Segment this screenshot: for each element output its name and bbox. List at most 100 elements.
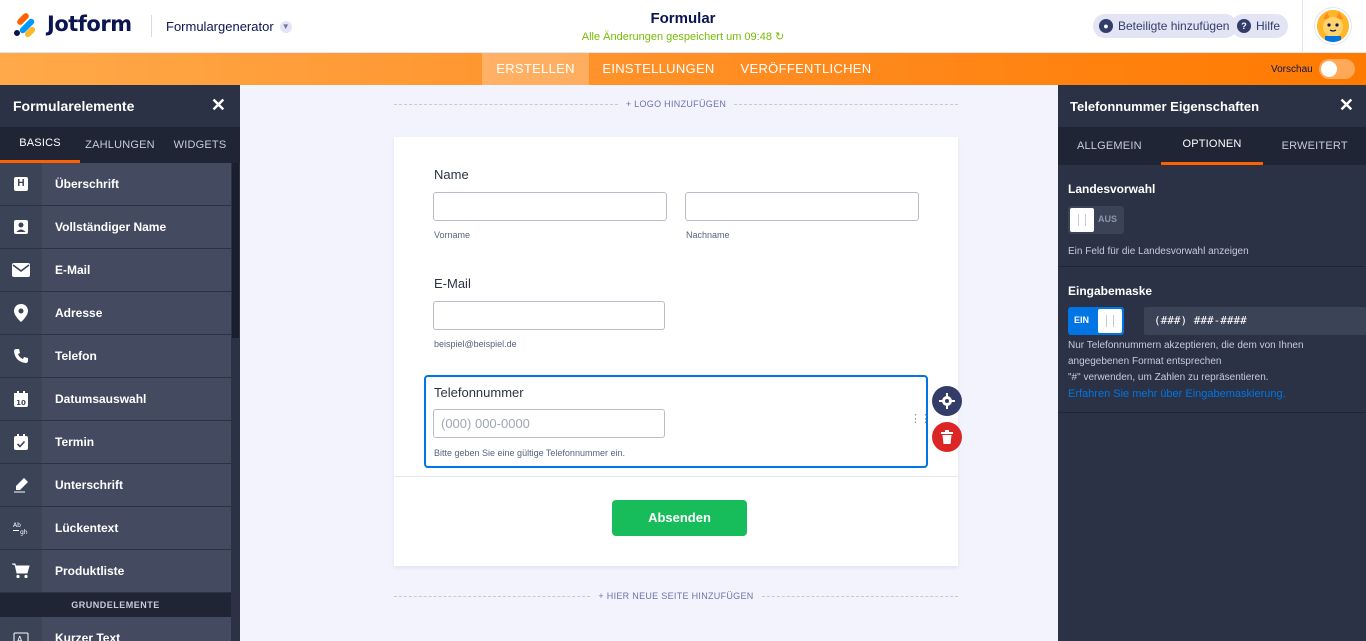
properties-title: Telefonnummer Eigenschaften <box>1070 99 1260 114</box>
signature-icon <box>0 464 42 506</box>
toggle-knob <box>1070 208 1094 232</box>
input-mask-row: EIN (###) ###-#### <box>1068 307 1366 335</box>
country-code-toggle-label: AUS <box>1098 214 1118 224</box>
submit-button[interactable]: Absenden <box>612 500 747 536</box>
tab-basics[interactable]: BASICS <box>0 127 80 163</box>
element-label: Adresse <box>42 292 231 334</box>
element-product-list[interactable]: Produktliste <box>0 550 231 593</box>
tab-build[interactable]: ERSTELLEN <box>482 53 589 85</box>
tab-widgets[interactable]: WIDGETS <box>160 127 240 163</box>
element-label: Lückentext <box>42 507 231 549</box>
element-list: H Überschrift Vollständiger Name E-Mail … <box>0 163 231 641</box>
last-name-sublabel: Nachname <box>686 230 730 240</box>
question-icon: ? <box>1237 19 1251 33</box>
field-settings-button[interactable] <box>932 386 962 416</box>
help-label: Hilfe <box>1256 19 1281 33</box>
tab-advanced[interactable]: ERWEITERT <box>1263 127 1366 165</box>
country-code-toggle[interactable]: AUS <box>1068 206 1124 234</box>
element-tabs: BASICS ZAHLUNGEN WIDGETS <box>0 127 240 163</box>
envelope-icon <box>0 249 42 291</box>
gear-icon <box>939 393 955 409</box>
map-pin-icon <box>0 292 42 334</box>
element-label: E-Mail <box>42 249 231 291</box>
element-heading[interactable]: H Überschrift <box>0 163 231 206</box>
element-label: Überschrift <box>42 163 231 205</box>
phone-icon <box>0 335 42 377</box>
tab-payments[interactable]: ZAHLUNGEN <box>80 127 160 163</box>
avatar-face-icon <box>1317 10 1349 42</box>
svg-text:10: 10 <box>16 399 26 407</box>
input-mask-desc: Nur Telefonnummern akzeptieren, die dem … <box>1068 340 1304 367</box>
tab-settings[interactable]: EINSTELLUNGEN <box>592 53 725 85</box>
country-code-desc: Ein Feld für die Landesvorwahl anzeigen <box>1068 246 1249 257</box>
email-sublabel: beispiel@beispiel.de <box>434 339 517 349</box>
add-page-row[interactable]: + HIER NEUE SEITE HINZUFÜGEN <box>394 589 959 603</box>
element-appointment[interactable]: Termin <box>0 421 231 464</box>
element-full-name[interactable]: Vollständiger Name <box>0 206 231 249</box>
preview-label: Vorschau <box>1271 64 1313 75</box>
tab-general[interactable]: ALLGEMEIN <box>1058 127 1161 165</box>
tab-options[interactable]: OPTIONEN <box>1160 127 1264 165</box>
delete-field-button[interactable] <box>932 422 962 452</box>
last-name-input[interactable] <box>685 192 919 221</box>
input-mask-learn-more-link[interactable]: Erfahren Sie mehr über Eingabemaskierung… <box>1068 388 1356 400</box>
close-icon[interactable]: ✕ <box>1339 95 1354 116</box>
element-label: Unterschrift <box>42 464 231 506</box>
phone-label: Telefonnummer <box>434 385 524 400</box>
element-email[interactable]: E-Mail <box>0 249 231 292</box>
avatar[interactable] <box>1315 8 1351 44</box>
input-mask-toggle-label: EIN <box>1074 315 1090 325</box>
element-label: Produktliste <box>42 550 231 592</box>
first-name-input[interactable] <box>433 192 667 221</box>
element-date-picker[interactable]: 10 Datumsauswahl <box>0 378 231 421</box>
phone-input[interactable]: (000) 000-0000 <box>433 409 665 438</box>
invite-collaborators-button[interactable]: ● Beteiligte hinzufügen <box>1093 14 1238 38</box>
refresh-icon: ↻ <box>775 31 785 43</box>
element-short-text[interactable]: A Kurzer Text <box>0 617 231 641</box>
divider <box>394 476 958 477</box>
short-text-icon: A <box>0 617 42 641</box>
element-signature[interactable]: Unterschrift <box>0 464 231 507</box>
top-header: Jotform Formulargenerator ▼ Formular All… <box>0 0 1366 53</box>
calendar-icon: 10 <box>0 378 42 420</box>
toggle-knob <box>1321 61 1337 77</box>
element-label: Telefon <box>42 335 231 377</box>
help-button[interactable]: ? Hilfe <box>1231 14 1289 38</box>
email-input[interactable] <box>433 301 665 330</box>
close-icon[interactable]: ✕ <box>211 95 226 116</box>
svg-text:gh: gh <box>20 529 28 536</box>
add-page-link[interactable]: + HIER NEUE SEITE HINZUFÜGEN <box>590 591 761 601</box>
header-divider-right <box>1302 0 1303 53</box>
input-mask-section: Eingabemaske EIN (###) ###-#### Nur Tele… <box>1058 267 1366 413</box>
input-mask-toggle[interactable]: EIN <box>1068 307 1124 335</box>
add-logo-row[interactable]: + LOGO HINZUFÜGEN <box>394 97 958 111</box>
scrollbar-thumb[interactable] <box>232 163 239 338</box>
invite-label: Beteiligte hinzufügen <box>1118 19 1230 33</box>
properties-panel: Telefonnummer Eigenschaften ✕ ALLGEMEIN … <box>1058 85 1366 641</box>
contact-card-icon <box>0 206 42 248</box>
element-address[interactable]: Adresse <box>0 292 231 335</box>
fill-blank-icon: Ab gh <box>0 507 42 549</box>
form-elements-panel: Formularelemente ✕ BASICS ZAHLUNGEN WIDG… <box>0 85 240 641</box>
panel-title: Formularelemente <box>13 98 135 114</box>
element-fill-blank[interactable]: Ab gh Lückentext <box>0 507 231 550</box>
svg-text:Ab: Ab <box>13 522 21 529</box>
tab-publish[interactable]: VERÖFFENTLICHEN <box>730 53 882 85</box>
preview-toggle[interactable] <box>1319 59 1355 79</box>
country-code-title: Landesvorwahl <box>1068 182 1156 196</box>
properties-tabs: ALLGEMEIN OPTIONEN ERWEITERT <box>1058 127 1366 165</box>
user-icon: ● <box>1099 19 1113 33</box>
calendar-check-icon <box>0 421 42 463</box>
input-mask-title: Eingabemaske <box>1068 284 1153 298</box>
element-phone[interactable]: Telefon <box>0 335 231 378</box>
panel-scrollbar[interactable] <box>231 163 240 641</box>
cart-icon <box>0 550 42 592</box>
mask-pattern-input[interactable]: (###) ###-#### <box>1144 307 1366 335</box>
element-label: Datumsauswahl <box>42 378 231 420</box>
element-label: Kurzer Text <box>42 617 231 641</box>
form-canvas: + LOGO HINZUFÜGEN Name Vorname Nachname … <box>240 85 1058 641</box>
element-label: Vollständiger Name <box>42 206 231 248</box>
add-logo-link[interactable]: + LOGO HINZUFÜGEN <box>618 99 734 109</box>
drag-handle-icon[interactable]: ⋮⋮ <box>910 414 931 425</box>
toggle-knob <box>1098 309 1122 333</box>
